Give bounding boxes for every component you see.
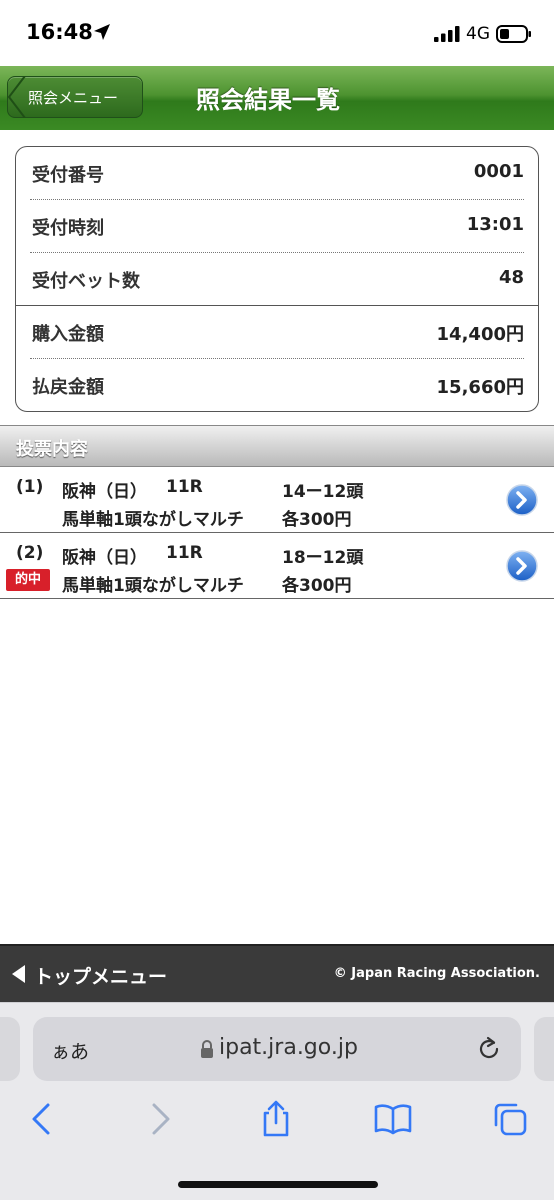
tabs-icon[interactable] — [490, 1099, 530, 1139]
copyright-text: © Japan Racing Association. — [333, 966, 540, 981]
text-size-button[interactable]: ぁあ — [51, 1037, 89, 1064]
summary-row-purchase-amount: 購入金額 14,400円 — [30, 306, 524, 358]
bet-amount: 各300円 — [282, 510, 352, 530]
summary-label: 受付時刻 — [32, 218, 104, 239]
bet-type: 馬単軸1頭ながしマルチ — [62, 510, 244, 530]
triangle-left-icon — [12, 965, 25, 983]
bet-item-1[interactable]: (1) 阪神（日） 11R 14ー12頭 馬単軸1頭ながしマルチ 各300円 — [0, 467, 554, 533]
location-arrow-icon — [94, 24, 110, 40]
bet-venue: 阪神（日） — [62, 482, 147, 502]
cellular-signal-icon — [434, 26, 460, 42]
summary-card: 受付番号 0001 受付時刻 13:01 受付ベット数 48 購入金額 14,4… — [15, 146, 539, 412]
chevron-right-circle-icon[interactable] — [506, 550, 538, 582]
section-title: 投票内容 — [16, 439, 88, 460]
hit-badge: 的中 — [6, 569, 50, 591]
back-icon[interactable] — [22, 1099, 62, 1139]
footer-bar: トップメニュー © Japan Racing Association. — [0, 944, 554, 1002]
nav-header: 照会メニュー 照会結果一覧 — [0, 66, 554, 130]
bet-race: 11R — [166, 477, 203, 497]
next-tab-peek[interactable] — [534, 1017, 554, 1081]
summary-value: 0001 — [473, 161, 524, 182]
summary-label: 払戻金額 — [32, 377, 104, 398]
section-header-bet-contents: 投票内容 — [0, 425, 554, 467]
bet-type: 馬単軸1頭ながしマルチ — [62, 576, 244, 596]
summary-label: 購入金額 — [32, 324, 104, 345]
back-button-label: 照会メニュー — [28, 89, 119, 107]
browser-toolbar: ぁあ ipat.jra.go.jp — [0, 1002, 554, 1200]
bet-index: (2) — [16, 543, 44, 563]
status-bar: 16:48 4G — [0, 0, 554, 66]
summary-row-bet-count: 受付ベット数 48 — [30, 253, 524, 305]
summary-row-receipt-number: 受付番号 0001 — [30, 147, 524, 199]
bet-index: (1) — [16, 477, 44, 497]
bet-race: 11R — [166, 543, 203, 563]
home-indicator — [178, 1181, 378, 1188]
back-button[interactable]: 照会メニュー — [7, 76, 143, 118]
lock-icon — [201, 1040, 213, 1058]
bookmarks-icon[interactable] — [373, 1099, 413, 1139]
battery-icon — [496, 25, 531, 43]
top-menu-link[interactable]: トップメニュー — [34, 962, 167, 989]
chevron-right-circle-icon[interactable] — [506, 484, 538, 516]
address-bar[interactable]: ぁあ ipat.jra.go.jp — [33, 1017, 521, 1081]
url-text: ipat.jra.go.jp — [219, 1035, 358, 1060]
page-title: 照会結果一覧 — [196, 86, 340, 114]
bet-venue: 阪神（日） — [62, 548, 147, 568]
summary-value: 48 — [498, 267, 524, 288]
bet-combination: 18ー12頭 — [282, 548, 364, 568]
summary-label: 受付番号 — [32, 165, 104, 186]
summary-row-receipt-time: 受付時刻 13:01 — [30, 200, 524, 252]
forward-icon[interactable] — [140, 1099, 180, 1139]
summary-row-payout-amount: 払戻金額 15,660円 — [30, 359, 524, 411]
summary-value: 13:01 — [466, 214, 524, 235]
reload-icon[interactable] — [475, 1035, 503, 1063]
bet-combination: 14ー12頭 — [282, 482, 364, 502]
back-arrow-icon — [7, 76, 26, 118]
network-type: 4G — [466, 24, 490, 44]
summary-value: 14,400円 — [436, 324, 524, 345]
bet-amount: 各300円 — [282, 576, 352, 596]
status-time: 16:48 — [26, 20, 93, 44]
share-icon[interactable] — [256, 1099, 296, 1139]
summary-label: 受付ベット数 — [32, 271, 140, 292]
previous-tab-peek[interactable] — [0, 1017, 20, 1081]
summary-value: 15,660円 — [436, 377, 524, 398]
bet-item-2[interactable]: (2) 阪神（日） 11R 18ー12頭 的中 馬単軸1頭ながしマルチ 各300… — [0, 533, 554, 599]
